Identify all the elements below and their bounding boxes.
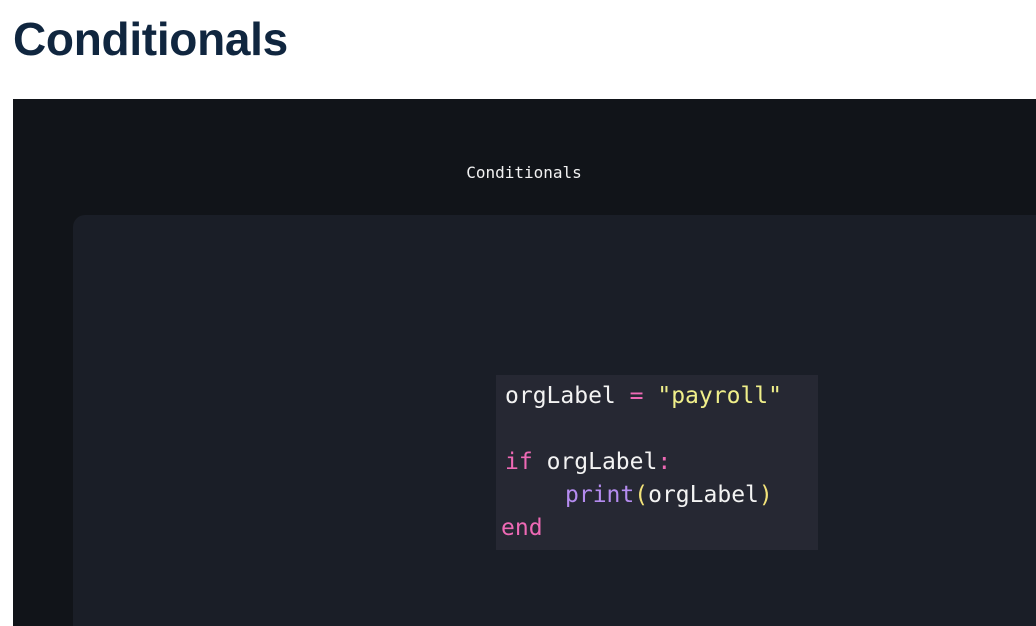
video-frame[interactable]: Conditionals orgLabel = "payroll" if orgL… <box>13 99 1036 626</box>
code-keyword-if: if <box>505 449 533 475</box>
code-identifier: orgLabel <box>505 383 616 409</box>
code-colon: : <box>657 449 672 475</box>
code-string: "payroll" <box>657 383 782 409</box>
code-block: orgLabel = "payroll" if orgLabel: print(or… <box>496 375 818 550</box>
code-open-paren: ( <box>634 482 649 508</box>
code-identifier: orgLabel <box>546 449 658 475</box>
code-keyword-end: end <box>501 515 543 541</box>
slide-title: Conditionals <box>13 163 1036 182</box>
page-title: Conditionals <box>13 13 288 65</box>
code-argument: orgLabel <box>648 482 759 508</box>
code-line-print: print(orgLabel) <box>505 479 818 512</box>
code-line-end: end <box>501 512 818 545</box>
code-function-print: print <box>565 482 635 508</box>
code-operator: = <box>629 383 644 409</box>
code-close-paren: ) <box>758 482 773 508</box>
slide-title-text: Conditionals <box>466 163 582 182</box>
code-line-assignment: orgLabel = "payroll" <box>505 380 818 413</box>
code-line-if: if orgLabel: <box>505 446 818 479</box>
